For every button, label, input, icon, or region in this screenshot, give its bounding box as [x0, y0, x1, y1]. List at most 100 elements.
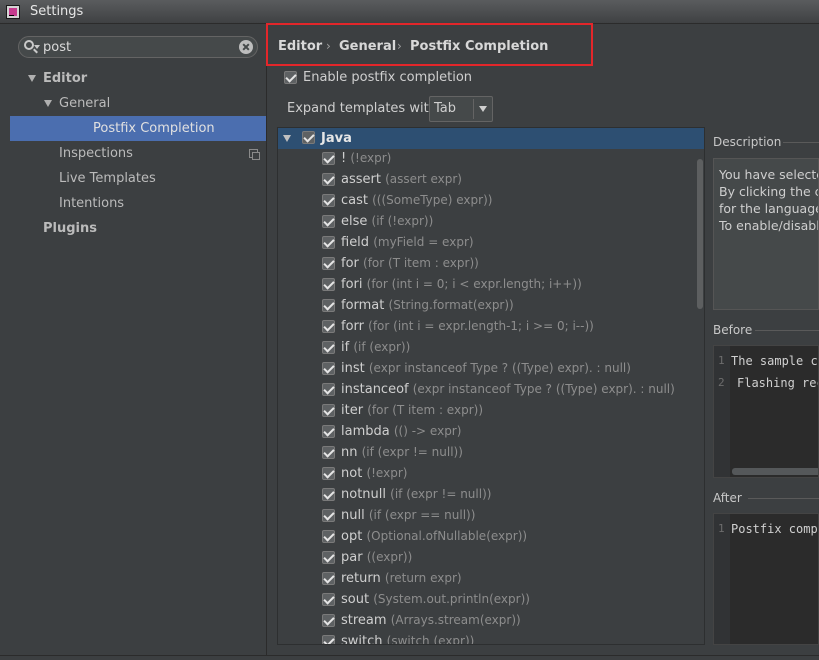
description-line: You have selected: [719, 167, 818, 182]
expand-key-select[interactable]: Tab: [429, 96, 493, 122]
tree-item-plugins[interactable]: Plugins: [10, 216, 266, 241]
breadcrumb-item-postfix-completion: Postfix Completion: [410, 39, 549, 54]
template-row[interactable]: iter (for (T item : expr)): [278, 401, 704, 422]
search-input[interactable]: post: [43, 40, 71, 55]
template-key: nn (if (expr != null)): [341, 445, 463, 460]
template-checkbox[interactable]: [322, 152, 335, 165]
template-row[interactable]: null (if (expr == null)): [278, 506, 704, 527]
template-key-text: switch: [341, 634, 383, 645]
description-line: To enable/disable: [719, 218, 819, 233]
template-key: fori (for (int i = 0; i < expr.length; i…: [341, 277, 582, 292]
template-checkbox[interactable]: [322, 467, 335, 480]
expand-triangle-icon[interactable]: [44, 100, 52, 107]
template-example: (if (expr == null)): [368, 508, 476, 522]
template-row[interactable]: par ((expr)): [278, 548, 704, 569]
template-row[interactable]: if (if (expr)): [278, 338, 704, 359]
description-panel: You have selected By clicking the ch for…: [713, 158, 819, 310]
template-row[interactable]: else (if (!expr)): [278, 212, 704, 233]
template-key-text: for: [341, 256, 359, 271]
settings-search-field[interactable]: post: [18, 36, 258, 58]
search-history-dropdown-icon[interactable]: [34, 45, 40, 49]
template-checkbox[interactable]: [322, 341, 335, 354]
template-checkbox[interactable]: [322, 404, 335, 417]
tree-item-general[interactable]: General: [10, 91, 266, 116]
enable-postfix-label[interactable]: Enable postfix completion: [303, 70, 472, 85]
settings-tree: Editor General Postfix Completion Inspectio…: [10, 66, 266, 241]
template-checkbox[interactable]: [322, 320, 335, 333]
breadcrumb-item-general[interactable]: General: [339, 39, 396, 54]
template-checkbox[interactable]: [322, 257, 335, 270]
template-checkbox[interactable]: [322, 194, 335, 207]
template-example: (for (int i = expr.length-1; i >= 0; i--…: [368, 319, 594, 333]
enable-postfix-checkbox[interactable]: [284, 71, 297, 84]
template-row[interactable]: for (for (T item : expr)): [278, 254, 704, 275]
template-checkbox[interactable]: [322, 593, 335, 606]
horizontal-scrollbar[interactable]: [732, 468, 818, 475]
before-code-editor[interactable]: 1 The sample co 2 Flashing rec: [713, 345, 819, 478]
title-bar: Settings: [0, 0, 819, 24]
template-row[interactable]: not (!expr): [278, 464, 704, 485]
template-row[interactable]: lambda (() -> expr): [278, 422, 704, 443]
tree-item-intentions[interactable]: Intentions: [10, 191, 266, 216]
tree-item-editor[interactable]: Editor: [10, 66, 266, 91]
template-checkbox[interactable]: [322, 236, 335, 249]
description-line: By clicking the ch: [719, 184, 819, 199]
tree-item-postfix-completion[interactable]: Postfix Completion: [10, 116, 266, 141]
template-row[interactable]: ! (!expr): [278, 149, 704, 170]
template-example: (Optional.ofNullable(expr)): [366, 529, 528, 543]
tree-item-live-templates[interactable]: Live Templates: [10, 166, 266, 191]
template-checkbox[interactable]: [322, 425, 335, 438]
template-checkbox[interactable]: [322, 614, 335, 627]
expand-triangle-icon[interactable]: [28, 75, 36, 82]
template-checkbox[interactable]: [322, 362, 335, 375]
template-row[interactable]: return (return expr): [278, 569, 704, 590]
template-row[interactable]: opt (Optional.ofNullable(expr)): [278, 527, 704, 548]
template-checkbox[interactable]: [322, 635, 335, 644]
template-checkbox[interactable]: [322, 572, 335, 585]
template-checkbox[interactable]: [322, 278, 335, 291]
template-checkbox[interactable]: [322, 383, 335, 396]
template-row[interactable]: inst (expr instanceof Type ? ((Type) exp…: [278, 359, 704, 380]
template-row[interactable]: nn (if (expr != null)): [278, 443, 704, 464]
expand-key-value: Tab: [434, 101, 457, 116]
template-checkbox[interactable]: [322, 215, 335, 228]
template-key: par ((expr)): [341, 550, 412, 565]
template-row[interactable]: stream (Arrays.stream(expr)): [278, 611, 704, 632]
template-key: sout (System.out.println(expr)): [341, 592, 530, 607]
breadcrumb-item-editor[interactable]: Editor: [278, 39, 322, 54]
template-key-text: par: [341, 550, 363, 565]
template-group-java[interactable]: Java: [278, 128, 704, 149]
template-checkbox[interactable]: [322, 551, 335, 564]
template-row[interactable]: format (String.format(expr)): [278, 296, 704, 317]
template-checkbox[interactable]: [322, 173, 335, 186]
template-checkbox[interactable]: [322, 509, 335, 522]
scrollbar-thumb[interactable]: [697, 159, 703, 309]
template-row[interactable]: notnull (if (expr != null)): [278, 485, 704, 506]
template-row[interactable]: sout (System.out.println(expr)): [278, 590, 704, 611]
template-key: null (if (expr == null)): [341, 508, 475, 523]
tree-item-inspections[interactable]: Inspections: [10, 141, 266, 166]
template-checkbox[interactable]: [322, 488, 335, 501]
search-icon[interactable]: [24, 40, 34, 50]
template-checkbox[interactable]: [322, 530, 335, 543]
template-key: stream (Arrays.stream(expr)): [341, 613, 521, 628]
expand-triangle-icon[interactable]: [283, 135, 291, 142]
template-key: forr (for (int i = expr.length-1; i >= 0…: [341, 319, 594, 334]
after-code-editor[interactable]: 1 Postfix compl: [713, 513, 819, 645]
template-row[interactable]: cast (((SomeType) expr)): [278, 191, 704, 212]
template-row[interactable]: switch (switch (expr)): [278, 632, 704, 645]
template-row[interactable]: assert (assert expr): [278, 170, 704, 191]
template-row[interactable]: forr (for (int i = expr.length-1; i >= 0…: [278, 317, 704, 338]
template-checkbox[interactable]: [322, 299, 335, 312]
template-row[interactable]: field (myField = expr): [278, 233, 704, 254]
template-example: (() -> expr): [393, 424, 462, 438]
template-key: return (return expr): [341, 571, 462, 586]
template-checkbox[interactable]: [322, 446, 335, 459]
description-section-title: Description: [713, 135, 782, 149]
template-row[interactable]: fori (for (int i = 0; i < expr.length; i…: [278, 275, 704, 296]
group-java-checkbox[interactable]: [302, 131, 315, 144]
clear-search-icon[interactable]: [239, 40, 253, 54]
template-list-scrollbar[interactable]: [694, 149, 704, 644]
template-row[interactable]: instanceof (expr instanceof Type ? ((Typ…: [278, 380, 704, 401]
template-key: switch (switch (expr)): [341, 634, 474, 645]
